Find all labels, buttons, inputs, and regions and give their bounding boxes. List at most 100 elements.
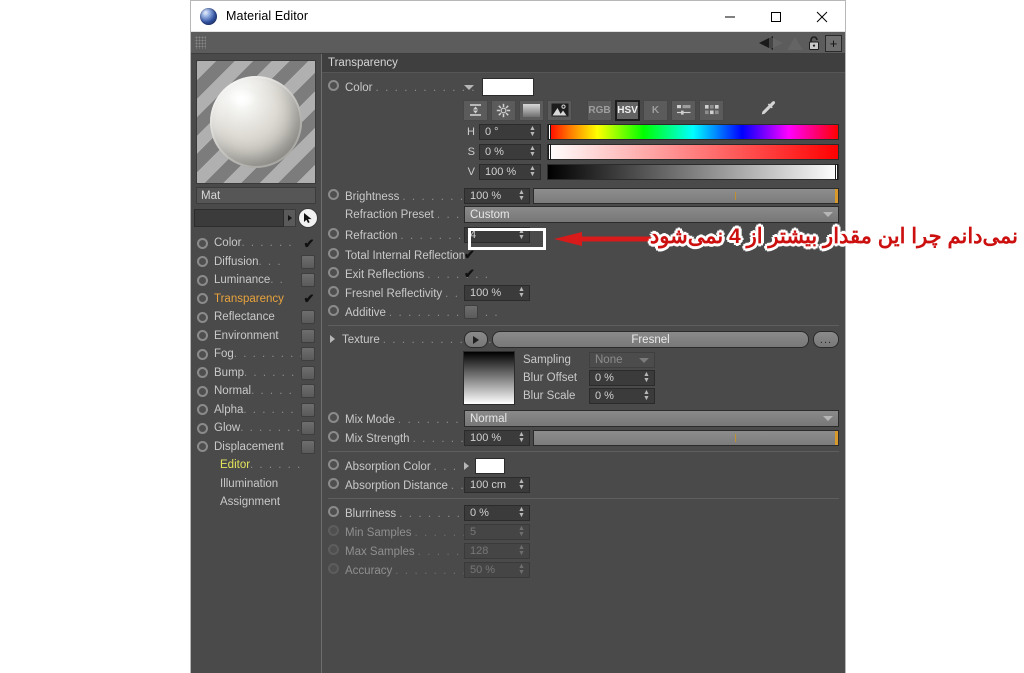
texture-play-button[interactable] [464, 331, 488, 348]
channel-radio[interactable] [197, 441, 208, 453]
refraction-field[interactable]: 4 ▲ ▼ [464, 226, 530, 243]
texture-more-button[interactable]: ... [813, 331, 839, 348]
spinner-icon[interactable]: ▲ ▼ [527, 125, 538, 138]
texture-name-button[interactable]: Fresnel [492, 331, 809, 348]
maximize-button[interactable] [753, 1, 799, 32]
refraction-preset-dropdown[interactable]: Custom [464, 206, 839, 223]
search-input[interactable] [194, 209, 284, 227]
absorption-distance-field[interactable]: 100 cm ▲ ▼ [464, 476, 530, 493]
channel-checkbox[interactable] [301, 439, 315, 454]
value-slider[interactable] [547, 164, 839, 180]
sidebar-item-environment[interactable]: Environment [191, 327, 321, 346]
exit-reflections-checkbox[interactable]: ✔ [464, 267, 475, 280]
sidebar-item-color[interactable]: Color. . . . . . ✔ [191, 234, 321, 253]
spinner-icon[interactable]: ▲ ▼ [516, 478, 527, 491]
blurriness-radio[interactable] [328, 505, 339, 517]
absorption-color-swatch[interactable] [475, 457, 505, 474]
spinner-icon[interactable]: ▲ ▼ [641, 389, 652, 402]
sidebar-item-transparency[interactable]: Transparency ✔ [191, 290, 321, 309]
triangle-right-outline-icon[interactable] [769, 36, 783, 50]
blur-scale-field[interactable]: 0 % ▲ ▼ [589, 388, 655, 404]
close-button[interactable] [799, 1, 845, 32]
brightness-field[interactable]: 100 % ▲ ▼ [464, 187, 530, 204]
texture-preview[interactable] [463, 351, 515, 405]
material-name-field[interactable]: Mat [196, 187, 316, 204]
drag-grip[interactable] [195, 36, 206, 49]
sidebar-item-reflectance[interactable]: Reflectance [191, 308, 321, 327]
value-field[interactable]: 100 % ▲ ▼ [479, 164, 541, 180]
gradient-icon[interactable] [519, 99, 544, 121]
mix-mode-dropdown[interactable]: Normal [464, 410, 839, 427]
absorption-distance-radio[interactable] [328, 477, 339, 489]
saturation-slider[interactable] [547, 144, 839, 160]
channel-radio[interactable] [197, 293, 208, 305]
brightness-slider[interactable] [533, 187, 839, 204]
sidebar-item-illumination[interactable]: Illumination [191, 475, 321, 494]
channel-checkbox[interactable]: ✔ [303, 237, 315, 250]
mouse-pointer-icon[interactable] [298, 208, 318, 228]
hue-slider[interactable] [547, 124, 839, 140]
sidebar-item-alpha[interactable]: Alpha. . . . . . [191, 401, 321, 420]
color-expand-caret-icon[interactable] [464, 84, 474, 90]
mix-strength-field[interactable]: 100 % ▲ ▼ [464, 429, 530, 446]
sidebar-item-editor[interactable]: Editor. . . . . . [191, 456, 321, 475]
channel-radio[interactable] [197, 256, 208, 268]
color-wheel-icon[interactable] [491, 99, 516, 121]
plus-box-icon[interactable]: + [825, 34, 842, 52]
sampling-dropdown[interactable]: None [589, 352, 655, 368]
brightness-radio[interactable] [328, 188, 339, 200]
channel-checkbox[interactable] [301, 347, 315, 362]
additive-checkbox[interactable] [464, 304, 478, 319]
texture-expand-caret-icon[interactable] [330, 334, 335, 343]
swatches-icon[interactable] [699, 99, 724, 121]
spinner-icon[interactable]: ▲ ▼ [641, 371, 652, 384]
absorption-color-radio[interactable] [328, 458, 339, 470]
eyedropper-icon[interactable] [760, 100, 778, 121]
sidebar-item-displacement[interactable]: Displacement [191, 438, 321, 457]
blurriness-field[interactable]: 0 % ▲ ▼ [464, 504, 530, 521]
mix-strength-radio[interactable] [328, 430, 339, 442]
channel-radio[interactable] [197, 404, 208, 416]
sidebar-item-assignment[interactable]: Assignment [191, 493, 321, 512]
channel-radio[interactable] [197, 237, 208, 249]
channel-radio[interactable] [197, 385, 208, 397]
color-radio[interactable] [328, 80, 339, 91]
kelvin-mode-button[interactable]: K [643, 99, 668, 121]
channel-radio[interactable] [197, 422, 208, 434]
absorption-color-expand-caret-icon[interactable] [464, 461, 469, 470]
channel-checkbox[interactable] [301, 273, 315, 288]
image-picker-icon[interactable] [547, 99, 572, 121]
channel-checkbox[interactable] [301, 328, 315, 343]
channel-radio[interactable] [197, 274, 208, 286]
tir-checkbox[interactable]: ✔ [464, 248, 475, 261]
sidebar-item-glow[interactable]: Glow. . . . . . . [191, 419, 321, 438]
channel-checkbox[interactable] [301, 365, 315, 380]
channel-checkbox[interactable] [301, 421, 315, 436]
channel-radio[interactable] [197, 367, 208, 379]
exit-reflections-radio[interactable] [328, 266, 339, 278]
channel-checkbox[interactable] [301, 310, 315, 325]
material-preview[interactable] [196, 60, 316, 184]
mix-mode-radio[interactable] [328, 411, 339, 423]
sliders-icon[interactable] [671, 99, 696, 121]
fresnel-reflectivity-field[interactable]: 100 % ▲ ▼ [464, 284, 530, 301]
channel-checkbox[interactable]: ✔ [303, 292, 315, 305]
channel-radio[interactable] [197, 330, 208, 342]
rgb-mode-button[interactable]: RGB [587, 99, 612, 121]
spinner-icon[interactable]: ▲ ▼ [516, 228, 527, 241]
saturation-field[interactable]: 0 % ▲ ▼ [479, 144, 541, 160]
minimize-button[interactable] [707, 1, 753, 32]
hsv-mode-button[interactable]: HSV [615, 99, 640, 121]
refraction-radio[interactable] [328, 227, 339, 239]
triangle-up-outline-icon[interactable] [787, 36, 803, 50]
channel-checkbox[interactable] [301, 402, 315, 417]
sidebar-item-diffusion[interactable]: Diffusion. . . [191, 253, 321, 272]
blur-offset-field[interactable]: 0 % ▲ ▼ [589, 370, 655, 386]
lock-open-icon[interactable] [807, 35, 821, 51]
channel-checkbox[interactable] [301, 254, 315, 269]
tir-radio[interactable] [328, 247, 339, 259]
channel-radio[interactable] [197, 311, 208, 323]
range-icon[interactable] [463, 99, 488, 121]
spinner-icon[interactable]: ▲ ▼ [527, 165, 538, 178]
spinner-icon[interactable]: ▲ ▼ [516, 286, 527, 299]
